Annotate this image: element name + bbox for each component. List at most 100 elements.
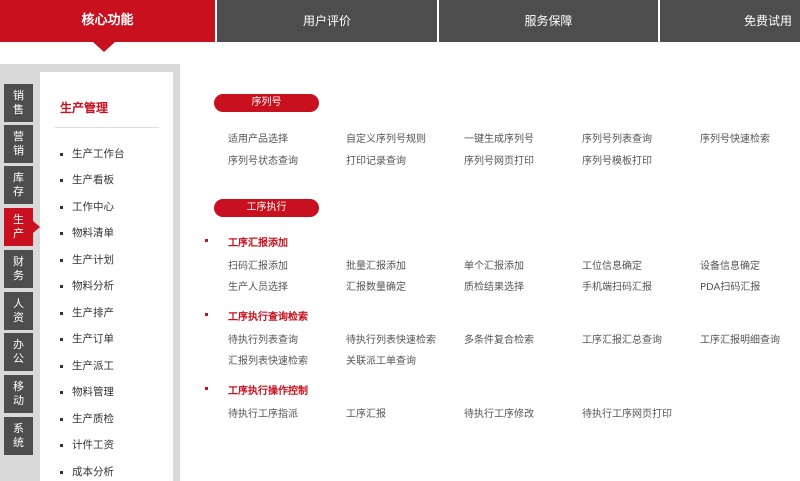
feature-link[interactable]: 待执行列表快速检索 bbox=[346, 331, 436, 346]
side-tab-label: 存 bbox=[13, 185, 24, 198]
sidebar-item[interactable]: 生产看板 bbox=[60, 172, 114, 187]
side-tab-mobile[interactable]: 移动 bbox=[4, 375, 33, 413]
sidebar-item-label: 计件工资 bbox=[72, 439, 114, 451]
sidebar-item-label: 生产排产 bbox=[72, 307, 114, 319]
side-tab-production[interactable]: 生产 bbox=[4, 208, 40, 246]
side-tab-label: 资 bbox=[13, 311, 24, 324]
sidebar-item-label: 生产工作台 bbox=[72, 148, 125, 160]
bullet-icon bbox=[205, 313, 208, 316]
bullet-icon bbox=[60, 364, 63, 368]
feature-link[interactable]: 序列号状态查询 bbox=[228, 152, 298, 167]
bullet-icon bbox=[60, 443, 63, 447]
feature-link[interactable]: 待执行列表查询 bbox=[228, 331, 298, 346]
feature-link[interactable]: 关联派工单查询 bbox=[346, 352, 416, 367]
bullet-icon bbox=[60, 231, 63, 235]
sidebar-item[interactable]: 生产订单 bbox=[60, 331, 114, 346]
section-pill-serial: 序列号 bbox=[214, 94, 319, 112]
side-tab-label: 务 bbox=[13, 269, 24, 282]
feature-link[interactable]: 工序汇报明细查询 bbox=[700, 331, 780, 346]
bullet-icon bbox=[60, 470, 63, 474]
feature-link[interactable]: 汇报列表快速检索 bbox=[228, 352, 308, 367]
side-tab-label: 公 bbox=[13, 352, 24, 365]
group-heading: 工序执行查询检索 bbox=[228, 312, 308, 323]
side-tab-label: 生 bbox=[13, 213, 24, 226]
side-tab-sales[interactable]: 销售 bbox=[4, 84, 33, 122]
feature-link[interactable]: 序列号网页打印 bbox=[464, 152, 534, 167]
section-pill-process: 工序执行 bbox=[214, 199, 319, 217]
sidebar-item[interactable]: 生产质检 bbox=[60, 411, 114, 426]
side-tab-label: 人 bbox=[13, 297, 24, 310]
feature-link[interactable]: 待执行工序修改 bbox=[464, 405, 534, 420]
sidebar-item[interactable]: 计件工资 bbox=[60, 437, 114, 452]
side-tab-label: 动 bbox=[13, 394, 24, 407]
bullet-icon bbox=[60, 178, 63, 182]
feature-link[interactable]: 质检结果选择 bbox=[464, 278, 524, 293]
feature-link[interactable]: PDA扫码汇报 bbox=[700, 278, 760, 293]
feature-link[interactable]: 批量汇报添加 bbox=[346, 257, 406, 272]
bullet-icon bbox=[60, 152, 63, 156]
side-tab-label: 移 bbox=[13, 380, 24, 393]
sidebar-item-label: 生产计划 bbox=[72, 254, 114, 266]
tab-user-reviews[interactable]: 用户评价 bbox=[215, 0, 437, 42]
sidebar-item-label: 生产派工 bbox=[72, 360, 114, 372]
sidebar-item[interactable]: 生产计划 bbox=[60, 252, 114, 267]
side-tab-label: 营 bbox=[13, 130, 24, 143]
sidebar-item[interactable]: 物料清单 bbox=[60, 225, 114, 240]
feature-link[interactable]: 序列号模板打印 bbox=[582, 152, 652, 167]
feature-link[interactable]: 工序汇报汇总查询 bbox=[582, 331, 662, 346]
side-tab-label: 系 bbox=[13, 422, 24, 435]
feature-link[interactable]: 序列号快速检索 bbox=[700, 130, 770, 145]
active-tab-arrow bbox=[93, 42, 115, 52]
side-tab-label: 产 bbox=[13, 227, 24, 240]
active-side-tab-arrow bbox=[33, 221, 40, 233]
sidebar-item-label: 工作中心 bbox=[72, 201, 114, 213]
side-tab-finance[interactable]: 财务 bbox=[4, 250, 33, 288]
feature-link[interactable]: 序列号列表查询 bbox=[582, 130, 652, 145]
sidebar-item[interactable]: 成本分析 bbox=[60, 464, 114, 479]
side-tab-label: 库 bbox=[13, 171, 24, 184]
tab-free-trial[interactable]: 免费试用 bbox=[658, 0, 800, 42]
feature-link[interactable]: 设备信息确定 bbox=[700, 257, 760, 272]
feature-link[interactable]: 自定义序列号规则 bbox=[346, 130, 426, 145]
sidebar-item[interactable]: 物料分析 bbox=[60, 278, 114, 293]
feature-link[interactable]: 工序汇报 bbox=[346, 405, 386, 420]
feature-link[interactable]: 手机端扫码汇报 bbox=[582, 278, 652, 293]
sidebar-divider bbox=[55, 127, 159, 128]
side-tab-inventory[interactable]: 库存 bbox=[4, 166, 33, 204]
feature-link[interactable]: 汇报数量确定 bbox=[346, 278, 406, 293]
sidebar-item-label: 生产订单 bbox=[72, 333, 114, 345]
side-tab-label: 统 bbox=[13, 436, 24, 449]
group-heading: 工序汇报添加 bbox=[228, 238, 288, 249]
feature-link[interactable]: 单个汇报添加 bbox=[464, 257, 524, 272]
side-tab-label: 销 bbox=[13, 144, 24, 157]
feature-link[interactable]: 打印记录查询 bbox=[346, 152, 406, 167]
bullet-icon bbox=[60, 205, 63, 209]
sidebar-item[interactable]: 工作中心 bbox=[60, 199, 114, 214]
sidebar-item-label: 生产看板 bbox=[72, 174, 114, 186]
sidebar-item-label: 物料管理 bbox=[72, 386, 114, 398]
sidebar-item[interactable]: 生产工作台 bbox=[60, 146, 125, 161]
feature-link[interactable]: 待执行工序指派 bbox=[228, 405, 298, 420]
feature-link[interactable]: 扫码汇报添加 bbox=[228, 257, 288, 272]
feature-link[interactable]: 适用产品选择 bbox=[228, 130, 288, 145]
bullet-icon bbox=[60, 258, 63, 262]
feature-link[interactable]: 待执行工序网页打印 bbox=[582, 405, 672, 420]
bullet-icon bbox=[60, 311, 63, 315]
top-nav: 核心功能 用户评价 服务保障 免费试用 bbox=[0, 0, 800, 52]
side-tab-label: 办 bbox=[13, 338, 24, 351]
side-tab-office[interactable]: 办公 bbox=[4, 333, 33, 371]
bullet-icon bbox=[205, 387, 208, 390]
sidebar-item[interactable]: 物料管理 bbox=[60, 384, 114, 399]
side-tab-marketing[interactable]: 营销 bbox=[4, 125, 33, 163]
feature-link[interactable]: 多条件复合检索 bbox=[464, 331, 534, 346]
side-tab-system[interactable]: 系统 bbox=[4, 417, 33, 455]
feature-link[interactable]: 工位信息确定 bbox=[582, 257, 642, 272]
feature-link[interactable]: 一键生成序列号 bbox=[464, 130, 534, 145]
tab-core-features[interactable]: 核心功能 bbox=[0, 0, 215, 52]
side-tab-hr[interactable]: 人资 bbox=[4, 292, 33, 330]
tab-service-guarantee[interactable]: 服务保障 bbox=[437, 0, 658, 42]
sidebar-item[interactable]: 生产派工 bbox=[60, 358, 114, 373]
sidebar-item[interactable]: 生产排产 bbox=[60, 305, 114, 320]
feature-link[interactable]: 生产人员选择 bbox=[228, 278, 288, 293]
sidebar-item-label: 物料分析 bbox=[72, 280, 114, 292]
